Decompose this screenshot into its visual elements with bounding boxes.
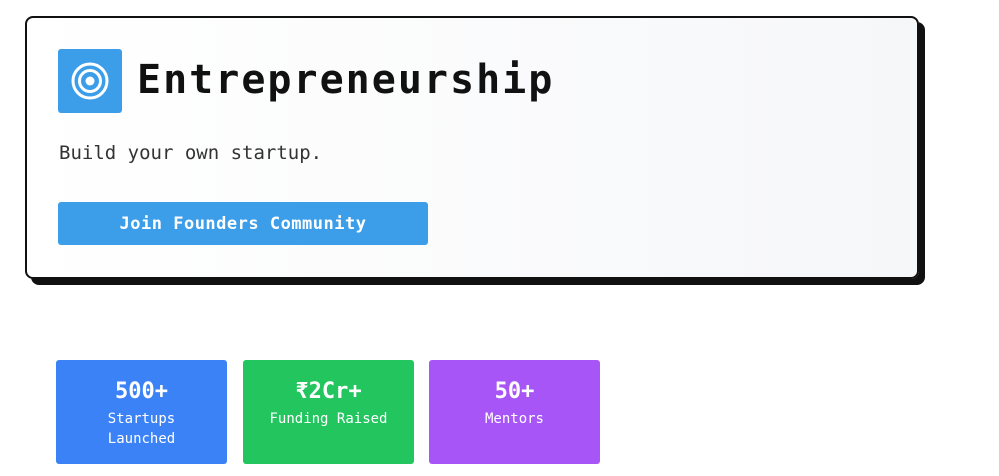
stat-label: Mentors — [484, 411, 544, 427]
stat-label: Startups Launched — [107, 411, 176, 447]
page-title: Entrepreneurship — [137, 57, 555, 103]
stat-card-funding: ₹2Cr+ Funding Raised — [243, 360, 414, 464]
stat-value: 50+ — [494, 379, 535, 404]
hero-card: Entrepreneurship Build your own startup.… — [25, 16, 919, 279]
stat-label: Funding Raised — [269, 411, 388, 427]
page-subtitle: Build your own startup. — [59, 142, 323, 164]
stat-value: 500+ — [115, 379, 168, 404]
stat-card-startups: 500+ Startups Launched — [56, 360, 227, 464]
stat-value: ₹2Cr+ — [295, 379, 362, 404]
stat-card-mentors: 50+ Mentors — [429, 360, 600, 464]
target-icon — [58, 49, 122, 113]
join-founders-community-button[interactable]: Join Founders Community — [58, 202, 428, 245]
